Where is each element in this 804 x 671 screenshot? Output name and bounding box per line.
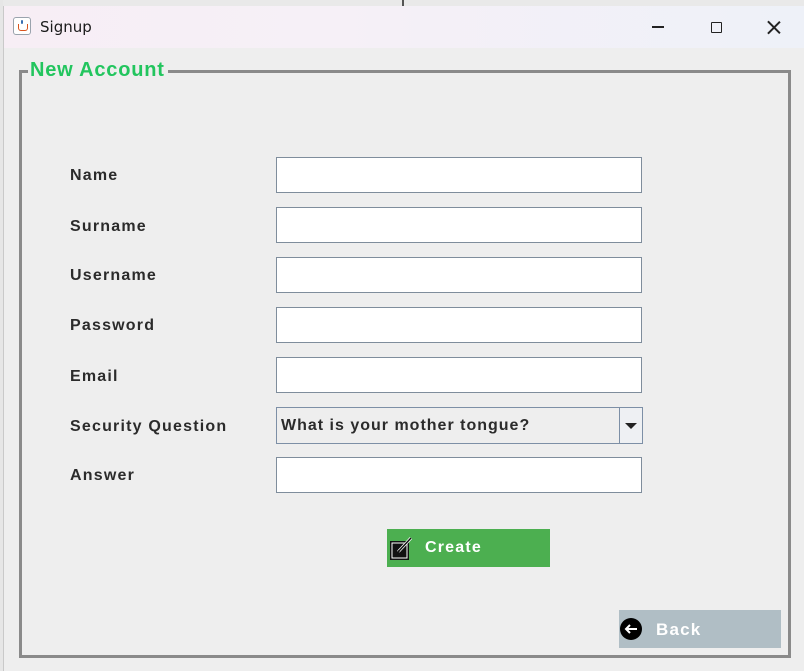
answer-field[interactable] xyxy=(276,457,642,493)
title-bar[interactable]: Signup xyxy=(4,6,804,48)
security-question-selected: What is your mother tongue? xyxy=(281,417,531,434)
answer-label: Answer xyxy=(70,467,135,484)
surname-field[interactable] xyxy=(276,207,642,243)
chevron-down-icon xyxy=(625,423,637,429)
java-app-icon xyxy=(13,17,31,35)
panel-legend: New Account xyxy=(28,58,168,82)
create-button-label: Create xyxy=(425,539,483,556)
username-label: Username xyxy=(70,267,157,284)
security-question-select[interactable]: What is your mother tongue? xyxy=(276,407,643,444)
window-title: Signup xyxy=(40,18,92,36)
arrow-left-circle-icon xyxy=(620,618,642,640)
maximize-icon xyxy=(710,21,722,33)
minimize-icon xyxy=(652,26,664,28)
username-field[interactable] xyxy=(276,257,642,293)
email-field[interactable] xyxy=(276,357,642,393)
name-label: Name xyxy=(70,167,119,184)
signup-window: Signup New Account Name Surname Username… xyxy=(3,6,804,671)
back-button[interactable]: Back xyxy=(619,610,781,648)
maximize-button[interactable] xyxy=(687,6,745,48)
dropdown-button[interactable] xyxy=(619,408,642,443)
surname-label: Surname xyxy=(70,218,147,235)
close-icon xyxy=(767,20,781,34)
back-button-label: Back xyxy=(656,620,702,639)
security-question-label: Security Question xyxy=(70,418,228,435)
close-button[interactable] xyxy=(745,6,803,48)
minimize-button[interactable] xyxy=(629,6,687,48)
name-field[interactable] xyxy=(276,157,642,193)
create-button[interactable]: Create xyxy=(387,529,550,567)
password-label: Password xyxy=(70,317,156,334)
password-field[interactable] xyxy=(276,307,642,343)
edit-icon xyxy=(390,536,413,560)
email-label: Email xyxy=(70,368,119,385)
